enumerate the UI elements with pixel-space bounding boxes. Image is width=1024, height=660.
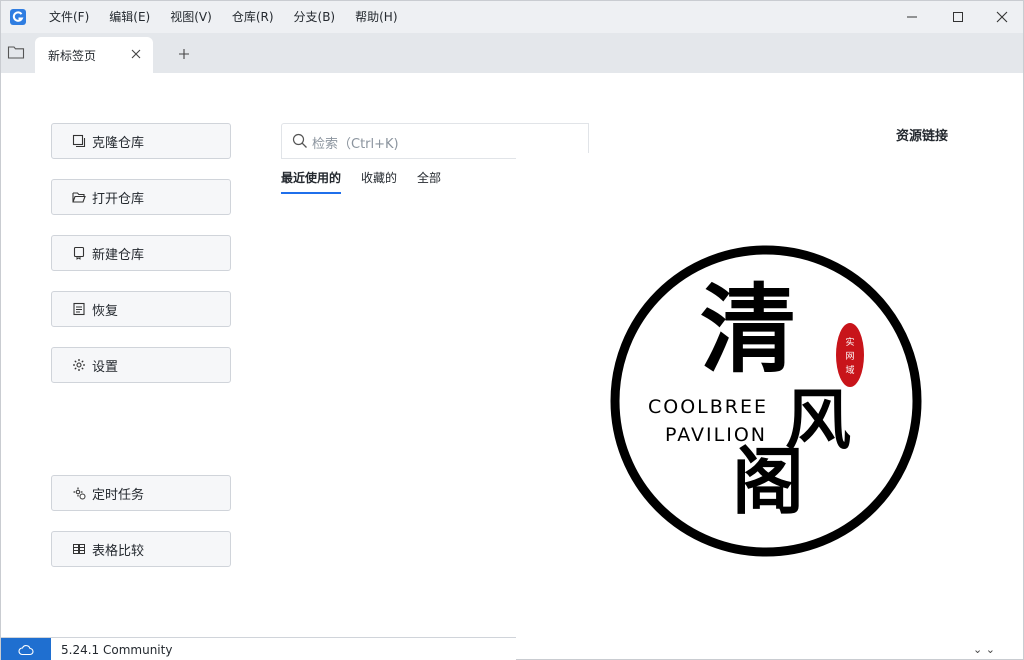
tab-favorites[interactable]: 收藏的	[361, 169, 397, 186]
repo-icon	[72, 246, 86, 260]
gear-icon	[72, 358, 86, 372]
maximize-icon	[953, 12, 963, 22]
add-tab-icon[interactable]	[175, 45, 193, 63]
search-placeholder: 检索（Ctrl+K)	[312, 137, 399, 152]
open-repo-label: 打开仓库	[92, 191, 145, 207]
scheduled-tasks-button[interactable]: 定时任务	[51, 475, 231, 511]
minimize-button[interactable]	[889, 1, 935, 33]
table-compare-label: 表格比较	[92, 543, 145, 559]
settings-button[interactable]: 设置	[51, 347, 231, 383]
minimize-icon	[907, 16, 917, 18]
scheduled-task-icon	[72, 486, 86, 500]
clone-icon	[72, 134, 86, 148]
tab-all[interactable]: 全部	[417, 169, 441, 186]
version-label: 5.24.1 Community	[61, 643, 173, 657]
search-border-right	[588, 123, 589, 153]
cloud-icon	[18, 644, 34, 655]
menu-help[interactable]: 帮助(H)	[345, 1, 407, 33]
active-tab-indicator	[281, 192, 341, 194]
corner-controls-icon[interactable]: ⌄ ⌄	[973, 643, 995, 656]
watermark-logo: 清 风 阁 COOLBREE PAVILION 实 网 域	[610, 245, 922, 557]
tab-close-icon[interactable]	[128, 46, 144, 62]
resources-title: 资源链接	[896, 129, 949, 144]
menu-repository[interactable]: 仓库(R)	[222, 1, 284, 33]
tab-new-tab[interactable]: 新标签页	[35, 37, 153, 73]
status-bar: 5.24.1 Community	[1, 637, 516, 660]
table-compare-button[interactable]: 表格比较	[51, 531, 231, 567]
create-repo-button[interactable]: 新建仓库	[51, 235, 231, 271]
open-repo-button[interactable]: 打开仓库	[51, 179, 231, 215]
logo-char-1: 清	[700, 273, 796, 386]
create-repo-label: 新建仓库	[92, 247, 145, 263]
tab-recent[interactable]: 最近使用的	[281, 169, 341, 186]
folder-open-icon	[72, 190, 86, 204]
menu-view[interactable]: 视图(V)	[160, 1, 222, 33]
settings-label: 设置	[92, 359, 119, 375]
search-border	[281, 158, 516, 159]
close-icon	[996, 11, 1008, 23]
folder-icon[interactable]	[7, 44, 27, 62]
svg-text:实: 实	[845, 336, 854, 348]
menu-bar: 文件(F) 编辑(E) 视图(V) 仓库(R) 分支(B) 帮助(H)	[39, 1, 408, 33]
maximize-button[interactable]	[935, 1, 981, 33]
search-icon	[292, 133, 308, 149]
restore-icon	[72, 302, 86, 316]
app-window: 文件(F) 编辑(E) 视图(V) 仓库(R) 分支(B) 帮助(H) 新标签页	[0, 0, 1024, 660]
cloud-sync-button[interactable]	[1, 638, 51, 660]
svg-text:网: 网	[845, 351, 854, 362]
restore-button[interactable]: 恢复	[51, 291, 231, 327]
restore-label: 恢复	[92, 303, 119, 319]
menu-file[interactable]: 文件(F)	[39, 1, 99, 33]
logo-char-3: 阁	[732, 439, 804, 524]
clone-repo-button[interactable]: 克隆仓库	[51, 123, 231, 159]
title-bar: 文件(F) 编辑(E) 视图(V) 仓库(R) 分支(B) 帮助(H)	[1, 1, 1023, 33]
close-window-button[interactable]	[979, 1, 1024, 33]
svg-text:域: 域	[845, 364, 854, 376]
app-logo-icon	[9, 8, 27, 26]
logo-text-en-2: PAVILION	[665, 424, 767, 446]
menu-branch[interactable]: 分支(B)	[284, 1, 346, 33]
tab-label: 新标签页	[48, 49, 97, 63]
search-input[interactable]: 检索（Ctrl+K)	[281, 123, 589, 159]
logo-text-en-1: COOLBREE	[648, 396, 768, 418]
tab-bar: 新标签页	[1, 33, 1023, 73]
clone-repo-label: 克隆仓库	[92, 135, 145, 151]
table-compare-icon	[72, 542, 86, 556]
scheduled-tasks-label: 定时任务	[92, 487, 145, 503]
menu-edit[interactable]: 编辑(E)	[99, 1, 160, 33]
